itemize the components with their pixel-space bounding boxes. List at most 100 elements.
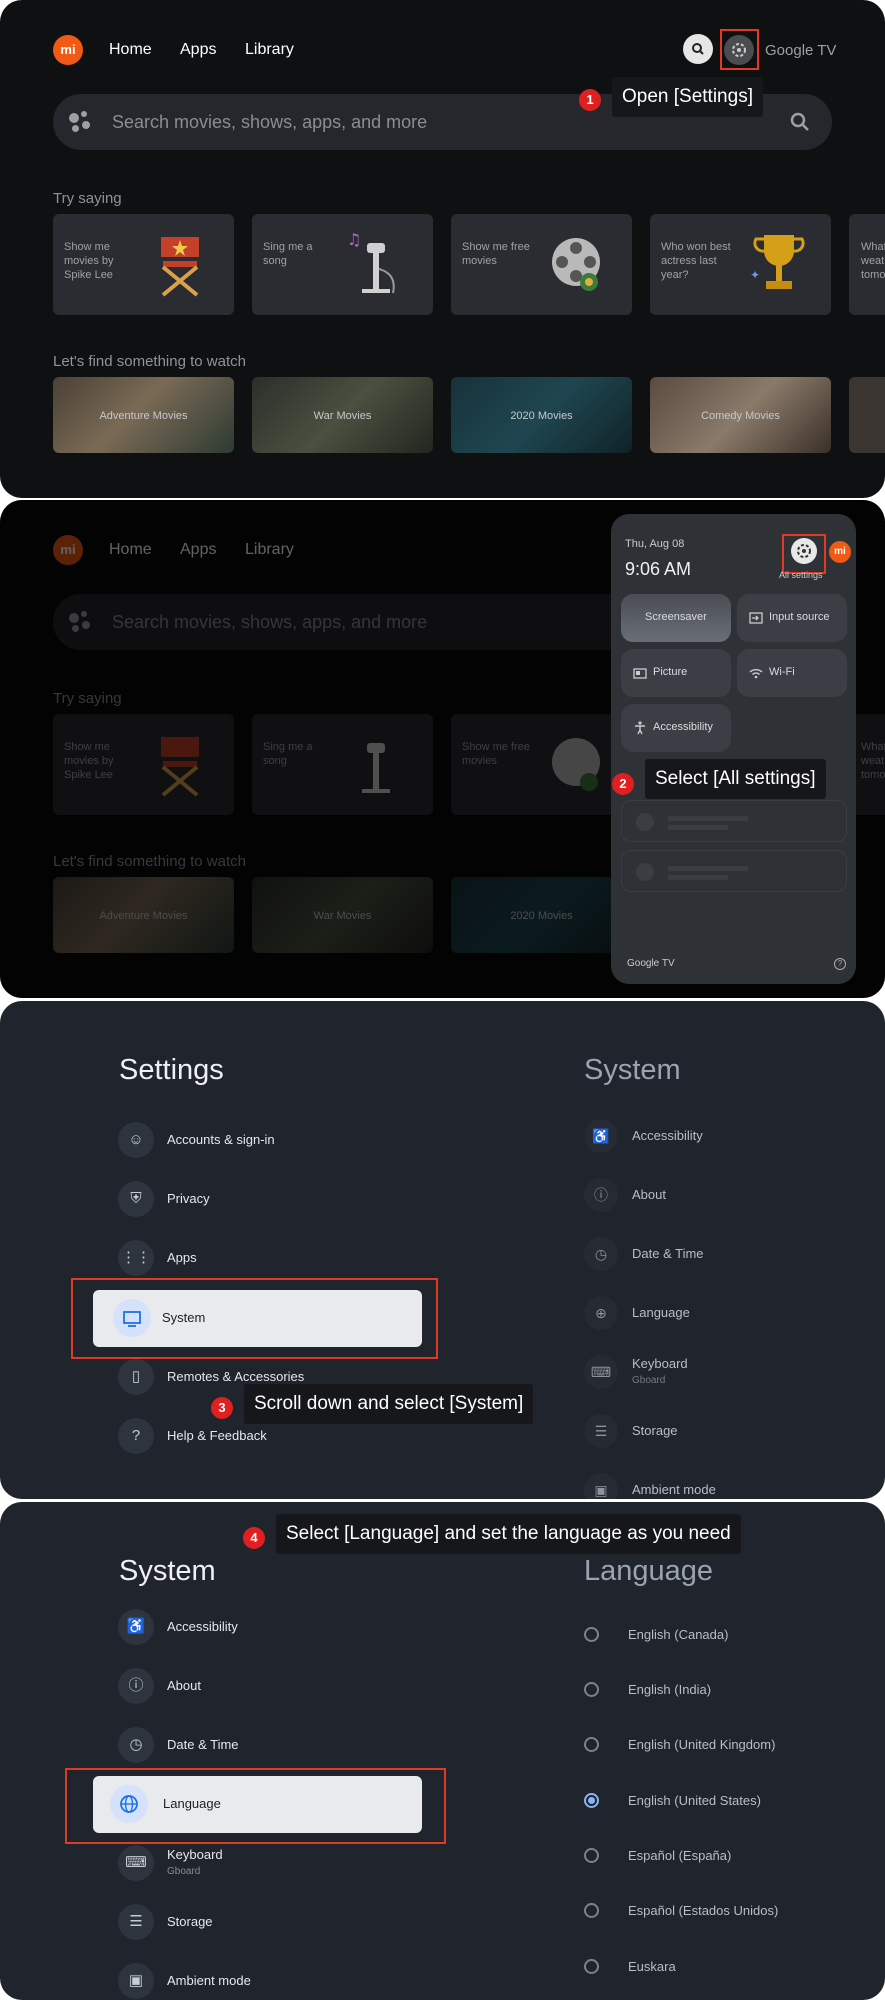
suggestion-card[interactable]: What's the weather tomorrow (849, 214, 885, 315)
system-item-label: Date & Time (632, 1246, 704, 1261)
panel-home-screen: mi Home Apps Library Google TV Search mo… (0, 0, 885, 498)
nav-apps[interactable]: Apps (180, 41, 216, 59)
info-icon: ⓘ (584, 1178, 618, 1212)
radio-button[interactable] (584, 1903, 599, 1918)
radio-button[interactable] (584, 1682, 599, 1697)
tile-label: Wi-Fi (769, 666, 795, 678)
movie-category-label: 2020 Movies (510, 410, 573, 422)
system-item-label: Accessibility (632, 1128, 703, 1143)
search-icon (692, 43, 704, 55)
accessibility-icon: ♿ (118, 1609, 154, 1645)
google-tv-brand: Google TV (765, 42, 837, 59)
picture-tile[interactable]: Picture (621, 649, 731, 697)
wifi-tile[interactable]: Wi-Fi (737, 649, 847, 697)
suggestion-card[interactable]: Sing me a song ♫ (252, 214, 433, 315)
globe-icon: ⊕ (584, 1296, 618, 1330)
system-item-label: About (632, 1187, 666, 1202)
ambient-mode-icon: ▣ (118, 1963, 154, 1999)
tile-label: Accessibility (653, 721, 713, 733)
movie-category-card[interactable]: 2020 Movies (451, 377, 632, 453)
keyboard-icon: ⌨ (118, 1845, 154, 1881)
accessibility-icon (635, 721, 645, 735)
radio-button[interactable] (584, 1627, 599, 1642)
radio-button[interactable] (584, 1848, 599, 1863)
system-title: System (119, 1555, 216, 1587)
suggestion-text: Sing me a song (263, 241, 313, 267)
highlight-box-settings (720, 29, 759, 70)
shield-icon: ⛨ (118, 1181, 154, 1217)
remote-icon: ▯ (118, 1359, 154, 1395)
movie-category-label: Comedy Movies (701, 410, 780, 422)
system-item-label: Language (632, 1305, 690, 1320)
suggestion-text: Who won best actress last year? (661, 241, 731, 281)
system-item-sublabel: Gboard (632, 1375, 666, 1386)
accessibility-tile[interactable]: Accessibility (621, 704, 731, 752)
tile-label: Input source (769, 611, 830, 623)
suggestion-card[interactable]: Who won best actress last year? ✦ (650, 214, 831, 315)
radio-button-selected[interactable] (584, 1793, 599, 1808)
account-icon: ☺ (118, 1122, 154, 1158)
mi-logo[interactable]: mi (53, 35, 83, 65)
movie-category-card[interactable] (849, 377, 885, 453)
step-callout-text: Select [Language] and set the language a… (276, 1514, 741, 1554)
time-text: 9:06 AM (625, 559, 692, 579)
placeholder-row (621, 800, 847, 842)
film-reel-icon (552, 238, 600, 291)
step-number-badge: 3 (211, 1397, 233, 1419)
system-item-label: Accessibility (167, 1619, 238, 1634)
radio-button[interactable] (584, 1737, 599, 1752)
wifi-icon (749, 669, 763, 679)
system-item-label: Ambient mode (632, 1482, 716, 1497)
panel-settings-menu: Settings System ☺ Accounts & sign-in ⛨ Pri… (0, 1001, 885, 1499)
info-icon: ⓘ (118, 1668, 154, 1704)
suggestion-text: What's the weather tomorrow (861, 241, 885, 281)
step-callout-text: Open [Settings] (612, 77, 763, 117)
input-source-tile[interactable]: Input source (737, 594, 847, 642)
ambient-mode-icon: ▣ (584, 1473, 618, 1499)
storage-icon: ☰ (118, 1904, 154, 1940)
director-chair-icon (161, 237, 199, 297)
step-number-badge: 1 (579, 89, 601, 111)
storage-icon: ☰ (584, 1414, 618, 1448)
panel-quick-settings: mi Home Apps Library Search movies, show… (0, 500, 885, 998)
movie-category-label: War Movies (313, 410, 372, 422)
try-saying-heading: Try saying (53, 190, 122, 207)
suggestion-text: Show me movies by Spike Lee (64, 241, 114, 281)
menu-item-label: Privacy (167, 1191, 210, 1206)
step-number-badge: 2 (612, 773, 634, 795)
step-number-badge: 4 (243, 1527, 265, 1549)
language-option-label: English (United States) (628, 1793, 761, 1808)
suggestion-card[interactable]: Show me free movies (451, 214, 632, 315)
accessibility-icon: ♿ (584, 1119, 618, 1153)
search-button[interactable] (683, 34, 713, 64)
movie-category-card[interactable]: Adventure Movies (53, 377, 234, 453)
system-item-label: Keyboard (167, 1847, 223, 1862)
nav-home[interactable]: Home (109, 41, 152, 59)
tile-label: Picture (653, 666, 688, 678)
language-option-label: Español (Estados Unidos) (628, 1903, 779, 1918)
suggestion-card[interactable]: Show me movies by Spike Lee (53, 214, 234, 315)
microphone-stand-icon: ♫ (347, 230, 395, 294)
system-item-label: Keyboard (632, 1356, 688, 1371)
find-something-heading: Let's find something to watch (53, 353, 246, 370)
placeholder-row (621, 850, 847, 892)
language-option-label: Euskara (628, 1959, 676, 1974)
input-source-icon (749, 612, 763, 624)
system-item-label: Storage (632, 1423, 678, 1438)
step-callout-text: Select [All settings] (645, 759, 826, 799)
nav-library[interactable]: Library (245, 41, 294, 59)
help-icon[interactable]: ? (834, 958, 846, 970)
screensaver-tile[interactable]: Screensaver (621, 594, 731, 642)
trophy-icon: ✦ (750, 235, 805, 289)
clock-icon: ◷ (118, 1727, 154, 1763)
menu-item-label: Accounts & sign-in (167, 1132, 275, 1147)
clock-icon: ◷ (584, 1237, 618, 1271)
tile-label: Screensaver (645, 611, 707, 623)
movie-category-card[interactable]: Comedy Movies (650, 377, 831, 453)
svg-text:✦: ✦ (750, 268, 760, 282)
apps-grid-icon: ⋮⋮ (118, 1240, 154, 1276)
menu-item-label: Remotes & Accessories (167, 1369, 305, 1384)
radio-button[interactable] (584, 1959, 599, 1974)
mi-profile-avatar[interactable]: mi (829, 541, 851, 563)
movie-category-card[interactable]: War Movies (252, 377, 433, 453)
